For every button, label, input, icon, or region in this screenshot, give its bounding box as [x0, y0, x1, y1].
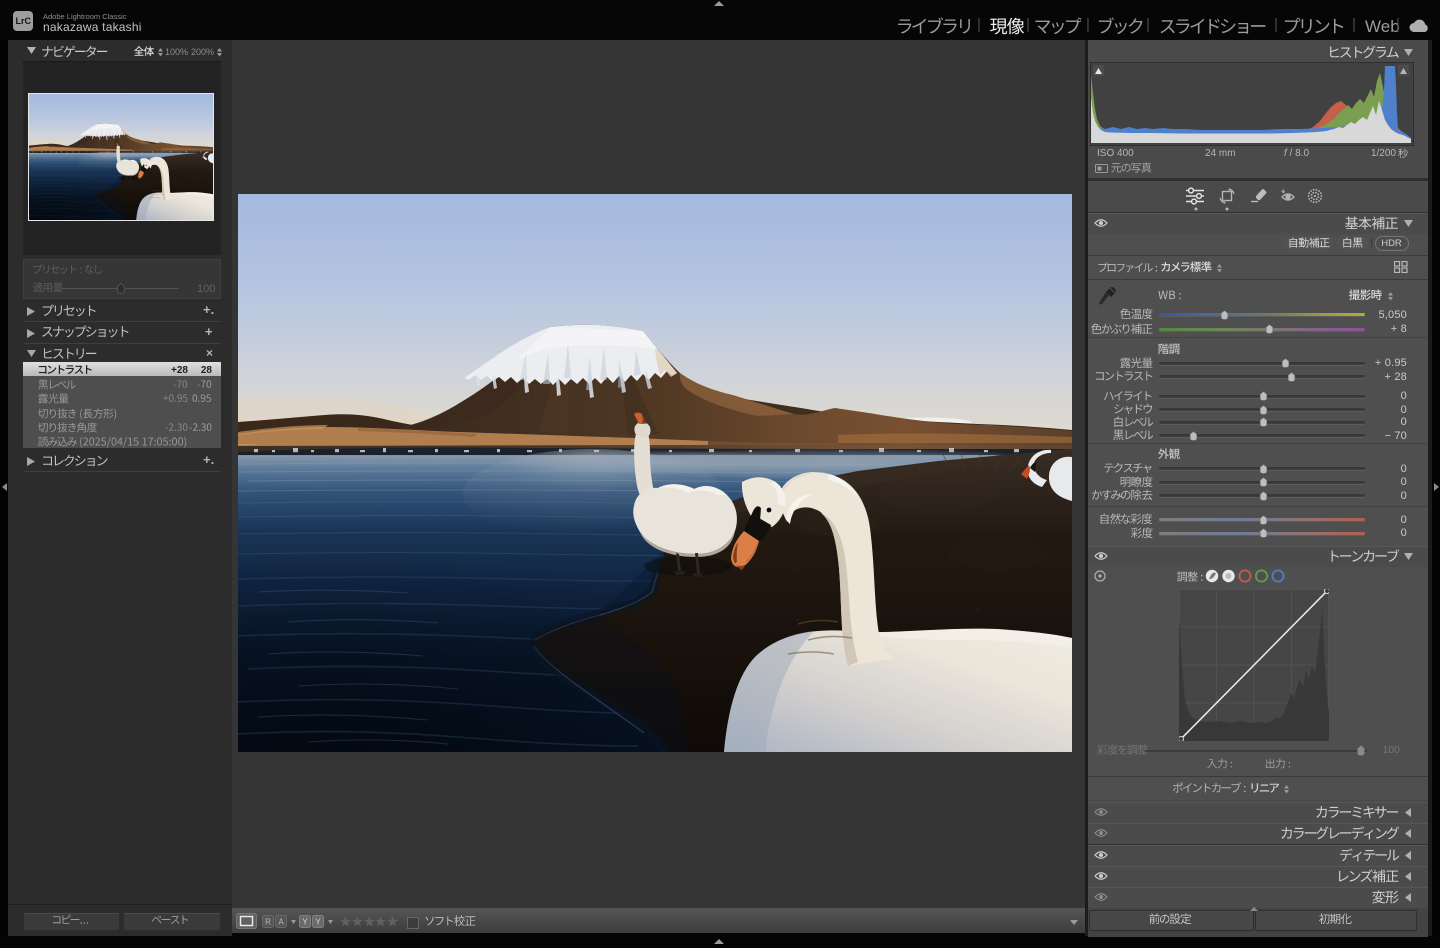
svg-text:Y: Y: [315, 918, 321, 927]
svg-text:A: A: [278, 918, 284, 927]
svg-text:R: R: [265, 918, 271, 927]
svg-text:Y: Y: [302, 918, 308, 927]
